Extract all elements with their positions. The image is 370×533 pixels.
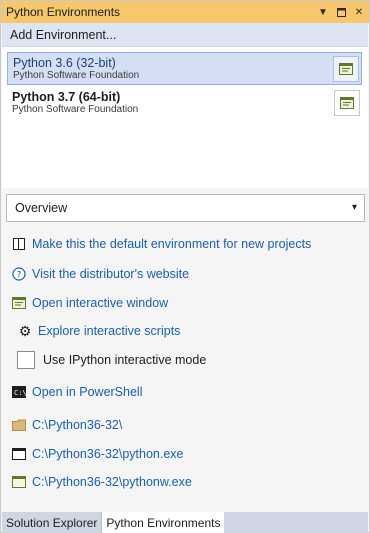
- environment-name: Python 3.6 (32-bit): [13, 56, 116, 70]
- bottom-tab-bar: Solution Explorer Python Environments: [2, 512, 368, 533]
- open-powershell-label: Open in PowerShell: [32, 385, 143, 399]
- pythonw-exe-link[interactable]: C:\Python36-32\pythonw.exe: [12, 473, 192, 491]
- environment-name: Python 3.7 (64-bit): [12, 90, 121, 104]
- interactive-window-icon: [340, 97, 354, 109]
- interactive-window-icon: [12, 296, 26, 310]
- window-app-icon: [12, 475, 26, 489]
- view-select[interactable]: Overview ▾: [6, 194, 365, 222]
- svg-text:?: ?: [17, 271, 22, 281]
- use-ipython-checkbox[interactable]: [17, 351, 35, 369]
- interactive-window-icon: [339, 63, 353, 75]
- svg-text:C:\: C:\: [14, 389, 26, 397]
- gear-icon: ⚙: [18, 322, 32, 339]
- environment-publisher: Python Software Foundation: [13, 70, 140, 81]
- console-icon: C:\: [12, 385, 26, 399]
- chevron-down-icon: ▾: [351, 202, 357, 213]
- open-interactive-window-link[interactable]: Open interactive window: [12, 294, 168, 312]
- open-interactive-window-label: Open interactive window: [32, 296, 169, 310]
- use-ipython-label: Use IPython interactive mode: [43, 353, 207, 367]
- environment-publisher: Python Software Foundation: [12, 104, 139, 115]
- default-environment-icon: [12, 237, 26, 251]
- explore-scripts-link[interactable]: ⚙ Explore interactive scripts: [18, 322, 181, 340]
- folder-path-link[interactable]: C:\Python36-32\: [12, 416, 122, 434]
- use-ipython-row[interactable]: Use IPython interactive mode: [17, 351, 206, 369]
- python-environments-window: Python Environments ▼ ✕ Add Environment.…: [0, 0, 370, 533]
- tab-solution-explorer[interactable]: Solution Explorer: [2, 512, 101, 533]
- folder-icon: [12, 418, 26, 432]
- interactive-window-button[interactable]: [333, 56, 359, 82]
- explore-scripts-label: Explore interactive scripts: [38, 324, 181, 338]
- environment-item-python36[interactable]: Python 3.6 (32-bit) Python Software Foun…: [7, 52, 362, 85]
- open-powershell-link[interactable]: C:\ Open in PowerShell: [12, 383, 142, 401]
- interactive-window-button[interactable]: [334, 90, 360, 116]
- dropdown-arrow-icon[interactable]: ▼: [315, 4, 331, 20]
- pythonw-exe-label: C:\Python36-32\pythonw.exe: [32, 475, 192, 489]
- add-environment-button[interactable]: Add Environment...: [2, 23, 368, 47]
- tab-python-environments[interactable]: Python Environments: [101, 512, 225, 533]
- title-bar: Python Environments ▼ ✕: [1, 1, 369, 23]
- make-default-label: Make this the default environment for ne…: [32, 237, 312, 251]
- window-title: Python Environments: [6, 5, 121, 19]
- view-select-value: Overview: [15, 201, 68, 215]
- close-icon[interactable]: ✕: [351, 4, 367, 20]
- help-icon: ?: [12, 267, 26, 281]
- python-exe-label: C:\Python36-32\python.exe: [32, 447, 184, 461]
- environment-list: Python 3.6 (32-bit) Python Software Foun…: [2, 47, 368, 188]
- make-default-link[interactable]: Make this the default environment for ne…: [12, 235, 311, 253]
- visit-site-label: Visit the distributor's website: [32, 267, 190, 281]
- environment-item-python37[interactable]: Python 3.7 (64-bit) Python Software Foun…: [7, 87, 362, 120]
- python-exe-link[interactable]: C:\Python36-32\python.exe: [12, 445, 184, 463]
- console-window-icon: [12, 447, 26, 461]
- folder-path-label: C:\Python36-32\: [32, 418, 123, 432]
- add-environment-label: Add Environment...: [10, 27, 117, 42]
- maximize-icon[interactable]: [333, 4, 349, 20]
- visit-site-link[interactable]: ? Visit the distributor's website: [12, 265, 189, 283]
